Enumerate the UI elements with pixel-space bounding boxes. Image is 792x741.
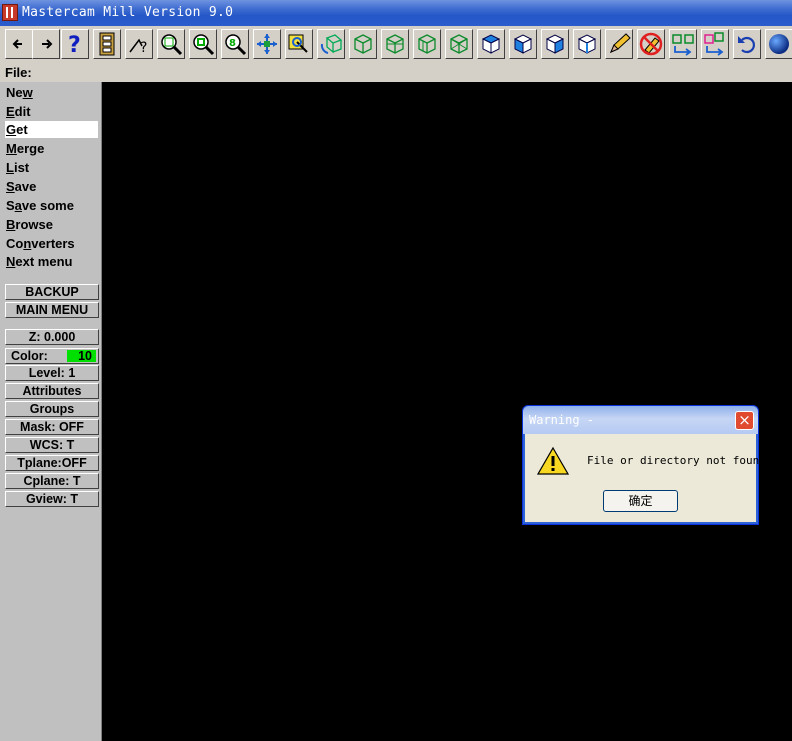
color-button[interactable]: Color: 10 xyxy=(5,348,99,364)
menu-item-converters[interactable]: Converters xyxy=(5,235,98,252)
cube-side-icon[interactable] xyxy=(541,29,569,59)
dialog-title: Warning - xyxy=(529,413,595,427)
dialog-title-bar[interactable]: Warning - × xyxy=(523,406,758,434)
shade-sphere-icon[interactable] xyxy=(765,29,792,59)
left-menu-panel: New Edit Get Merge List Save Save some B… xyxy=(0,82,102,741)
rotate-icon[interactable] xyxy=(317,29,345,59)
pan-icon[interactable] xyxy=(253,29,281,59)
zoom-window-icon[interactable] xyxy=(157,29,185,59)
zoom-scale-icon[interactable]: 8 xyxy=(221,29,249,59)
menu-item-save-some[interactable]: Save some xyxy=(5,197,98,214)
wireframe-top-icon[interactable] xyxy=(349,29,377,59)
cube-iso-icon[interactable] xyxy=(573,29,601,59)
groups-button[interactable]: Groups xyxy=(5,401,99,417)
group-icon[interactable] xyxy=(701,29,729,59)
menu-item-label: Save some xyxy=(6,198,74,213)
tplane-button[interactable]: Tplane:OFF xyxy=(5,455,99,471)
menu-item-new[interactable]: New xyxy=(5,84,98,101)
mastercam-app-icon[interactable] xyxy=(2,4,18,21)
dialog-message: File or directory not found xyxy=(587,454,766,467)
menu-item-browse[interactable]: Browse xyxy=(5,216,98,233)
transform-icon[interactable] xyxy=(669,29,697,59)
warning-icon xyxy=(536,446,570,480)
no-delete-icon[interactable] xyxy=(637,29,665,59)
menu-item-label: Converters xyxy=(6,236,75,251)
menu-item-save[interactable]: Save xyxy=(5,178,98,195)
menu-header-row: File: xyxy=(0,64,792,82)
pencil-icon[interactable] xyxy=(605,29,633,59)
menu-item-label: List xyxy=(6,160,30,175)
z-depth-button[interactable]: Z: 0.000 xyxy=(5,329,99,345)
dialog-body: File or directory not found 确定 xyxy=(526,434,766,520)
color-label: Color: xyxy=(11,349,48,363)
wireframe-front-icon[interactable] xyxy=(381,29,409,59)
window-title: Mastercam Mill Version 9.0 xyxy=(22,5,234,20)
svg-text:?: ? xyxy=(140,40,147,56)
menu-item-label: Edit xyxy=(6,104,31,119)
menu-item-list[interactable]: List xyxy=(5,159,98,176)
menu-item-edit[interactable]: Edit xyxy=(5,103,98,120)
cube-front-icon[interactable] xyxy=(509,29,537,59)
back-arrow-icon[interactable] xyxy=(5,29,33,59)
title-bar: Mastercam Mill Version 9.0 xyxy=(0,0,792,26)
menu-item-label: New xyxy=(6,85,33,100)
warning-dialog: Warning - × File or directory not found … xyxy=(522,405,766,525)
menu-item-next-menu[interactable]: Next menu xyxy=(5,253,98,270)
zoom-out-icon[interactable] xyxy=(189,29,217,59)
svg-text:8: 8 xyxy=(229,38,236,49)
wcs-button[interactable]: WCS: T xyxy=(5,437,99,453)
backup-button[interactable]: BACKUP xyxy=(5,284,99,300)
help-icon[interactable]: ? xyxy=(61,29,89,59)
menu-item-label: Next menu xyxy=(6,254,73,269)
menu-header: File: xyxy=(5,65,32,80)
undo-icon[interactable] xyxy=(733,29,761,59)
close-icon[interactable]: × xyxy=(735,411,754,430)
menu-item-label: Get xyxy=(6,122,28,137)
menu-item-merge[interactable]: Merge xyxy=(5,140,98,157)
color-swatch: 10 xyxy=(67,350,96,362)
cube-top-icon[interactable] xyxy=(477,29,505,59)
menu-item-label: Save xyxy=(6,179,37,194)
attributes-button[interactable]: Attributes xyxy=(5,383,99,399)
level-button[interactable]: Level: 1 xyxy=(5,365,99,381)
toolbar: ? ? 8 xyxy=(0,26,792,65)
ok-button[interactable]: 确定 xyxy=(603,490,678,512)
menu-item-get[interactable]: Get xyxy=(5,121,98,138)
file-cabinet-icon[interactable] xyxy=(93,29,121,59)
analyze-icon[interactable]: ? xyxy=(125,29,153,59)
main-menu-button[interactable]: MAIN MENU xyxy=(5,302,99,318)
cplane-button[interactable]: Cplane: T xyxy=(5,473,99,489)
menu-item-label: Merge xyxy=(6,141,45,156)
forward-arrow-icon[interactable] xyxy=(32,29,60,59)
select-icon[interactable] xyxy=(285,29,313,59)
menu-item-label: Browse xyxy=(6,217,53,232)
mask-button[interactable]: Mask: OFF xyxy=(5,419,99,435)
svg-text:?: ? xyxy=(68,33,81,56)
wireframe-iso-icon[interactable] xyxy=(445,29,473,59)
wireframe-side-icon[interactable] xyxy=(413,29,441,59)
gview-button[interactable]: Gview: T xyxy=(5,491,99,507)
